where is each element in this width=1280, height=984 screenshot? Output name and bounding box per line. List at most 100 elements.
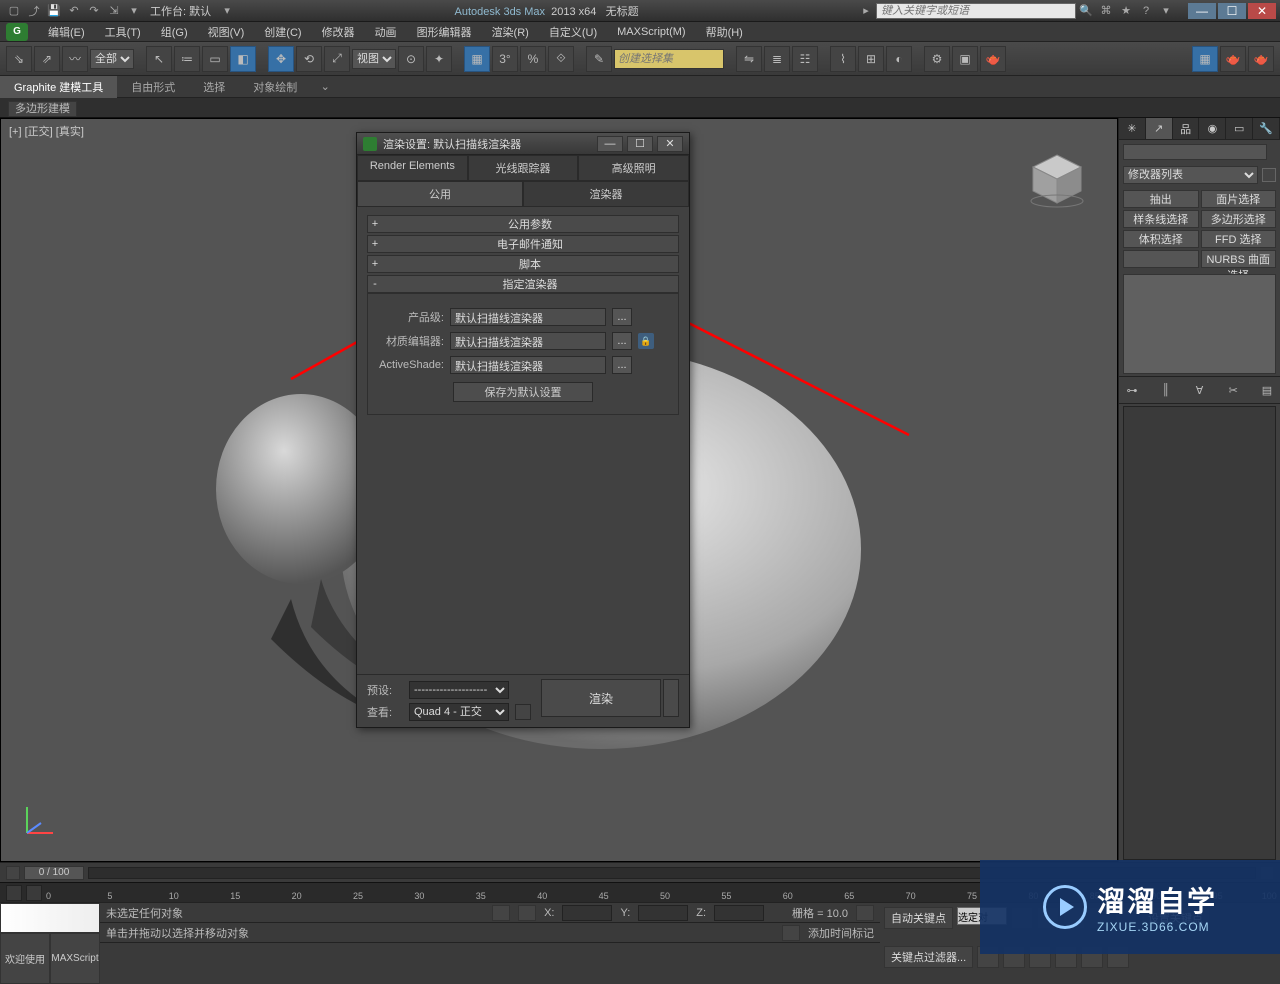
material-lock-icon[interactable]: 🔒 — [638, 333, 654, 349]
render-icon[interactable]: 🫖 — [980, 46, 1006, 72]
tab-utilities-icon[interactable]: 🔧 — [1253, 118, 1280, 139]
rollout-assign-renderer[interactable]: -指定渲染器 — [367, 275, 679, 293]
rollout-common-params[interactable]: +公用参数 — [367, 215, 679, 233]
keyfilter-button[interactable]: 关键点过滤器... — [884, 946, 973, 968]
info-icon[interactable]: ▸ — [857, 3, 875, 19]
select-icon[interactable]: ↖ — [146, 46, 172, 72]
star-icon[interactable]: ★ — [1117, 3, 1135, 19]
tab-motion-icon[interactable]: ◉ — [1199, 118, 1226, 139]
maximize-button[interactable]: ☐ — [1218, 3, 1246, 19]
viewport-label[interactable]: [+] [正交] [真实] — [9, 123, 84, 139]
select-name-icon[interactable]: ≔ — [174, 46, 200, 72]
unlink-tool-icon[interactable]: ⇗ — [34, 46, 60, 72]
teapot-render-icon[interactable]: 🫖 — [1220, 46, 1246, 72]
menu-rendering[interactable]: 渲染(R) — [482, 22, 539, 42]
isolate-icon[interactable] — [782, 925, 800, 941]
render-button[interactable]: 渲染 — [541, 679, 661, 717]
ribbon-panel-polymodel[interactable]: 多边形建模 — [8, 101, 77, 117]
schematic-icon[interactable]: ⊞ — [858, 46, 884, 72]
tab-common[interactable]: 公用 — [357, 181, 523, 207]
modifier-stack-preview[interactable] — [1123, 274, 1276, 374]
save-default-button[interactable]: 保存为默认设置 — [453, 382, 593, 402]
dialog-title-bar[interactable]: 渲染设置: 默认扫描线渲染器 — ☐ ✕ — [357, 133, 689, 155]
tab-display-icon[interactable]: ▭ — [1226, 118, 1253, 139]
trackbar-toggle-icon[interactable] — [6, 885, 22, 901]
menu-create[interactable]: 创建(C) — [254, 22, 311, 42]
align-icon[interactable]: ≣ — [764, 46, 790, 72]
dialog-maximize-button[interactable]: ☐ — [627, 136, 653, 152]
tab-hierarchy-icon[interactable]: 品 — [1173, 118, 1200, 139]
dialog-close-button[interactable]: ✕ — [657, 136, 683, 152]
add-time-tag[interactable]: 添加时间标记 — [808, 925, 874, 941]
coord-display-icon[interactable] — [518, 905, 536, 921]
layer-icon[interactable]: ☷ — [792, 46, 818, 72]
search-input[interactable] — [876, 3, 1076, 19]
mod-patch-select[interactable]: 面片选择 — [1201, 190, 1277, 208]
slider-left-icon[interactable] — [6, 866, 20, 880]
pin-stack-icon[interactable] — [1262, 168, 1276, 182]
edit-named-icon[interactable]: ✎ — [586, 46, 612, 72]
dropdown-icon[interactable]: ▾ — [125, 3, 143, 19]
manip-icon[interactable]: ✦ — [426, 46, 452, 72]
selection-filter-dropdown[interactable]: 全部 — [90, 49, 134, 69]
view-lock-icon[interactable] — [515, 704, 531, 720]
show-end-icon[interactable]: ║ — [1157, 381, 1175, 399]
preset-dropdown[interactable]: -------------------- — [409, 681, 509, 699]
trackbar-key-icon[interactable] — [26, 885, 42, 901]
render-frame-icon[interactable]: ▣ — [952, 46, 978, 72]
close-button[interactable]: ✕ — [1248, 3, 1276, 19]
link-tool-icon[interactable]: ⇘ — [6, 46, 32, 72]
mirror-icon[interactable]: ⇋ — [736, 46, 762, 72]
new-icon[interactable]: ▢ — [5, 3, 23, 19]
minimize-button[interactable]: — — [1188, 3, 1216, 19]
time-slider-handle[interactable]: 0 / 100 — [24, 866, 84, 880]
app-logo-icon[interactable]: G — [6, 23, 28, 41]
window-crossing-icon[interactable]: ◧ — [230, 46, 256, 72]
ribbon-tab-freeform[interactable]: 自由形式 — [117, 76, 189, 98]
mod-empty[interactable] — [1123, 250, 1199, 268]
menu-animation[interactable]: 动画 — [365, 22, 407, 42]
binoculars-icon[interactable]: 🔍 — [1077, 3, 1095, 19]
menu-modifiers[interactable]: 修改器 — [312, 22, 365, 42]
named-selection-input[interactable] — [614, 49, 724, 69]
redo-icon[interactable]: ↷ — [85, 3, 103, 19]
menu-edit[interactable]: 编辑(E) — [38, 22, 95, 42]
open-icon[interactable]: ⤴ — [25, 3, 43, 19]
menu-grapheditors[interactable]: 图形编辑器 — [407, 22, 482, 42]
z-input[interactable] — [714, 905, 764, 921]
dialog-minimize-button[interactable]: — — [597, 136, 623, 152]
material-editor-icon[interactable]: ◐ — [886, 46, 912, 72]
grid-icon[interactable] — [856, 905, 874, 921]
lock-selection-icon[interactable] — [492, 905, 510, 921]
tab-adv-lighting[interactable]: 高级照明 — [578, 155, 689, 181]
region-rect-icon[interactable]: ▭ — [202, 46, 228, 72]
menu-help[interactable]: 帮助(H) — [696, 22, 753, 42]
help-icon[interactable]: ? — [1137, 3, 1155, 19]
render-setup-icon[interactable]: ⚙ — [924, 46, 950, 72]
mod-poly-select[interactable]: 多边形选择 — [1201, 210, 1277, 228]
pin-icon[interactable]: ⊶ — [1123, 381, 1141, 399]
y-input[interactable] — [638, 905, 688, 921]
menu-maxscript[interactable]: MAXScript(M) — [607, 24, 695, 40]
tab-raytracer[interactable]: 光线跟踪器 — [468, 155, 579, 181]
tab-render-elements[interactable]: Render Elements — [357, 155, 468, 181]
rotate-icon[interactable]: ⟲ — [296, 46, 322, 72]
move-icon[interactable]: ✥ — [268, 46, 294, 72]
mod-ffd-select[interactable]: FFD 选择 — [1201, 230, 1277, 248]
percent-snap-icon[interactable]: % — [520, 46, 546, 72]
scale-icon[interactable]: ⤢ — [324, 46, 350, 72]
autokey-button[interactable]: 自动关键点 — [884, 907, 953, 929]
help-key-icon[interactable]: ⌘ — [1097, 3, 1115, 19]
ribbon-collapse-icon[interactable]: ⌄ — [317, 80, 333, 93]
bind-tool-icon[interactable]: 〰 — [62, 46, 88, 72]
modifier-stack-list[interactable] — [1123, 406, 1276, 860]
color-strip[interactable] — [0, 903, 100, 933]
x-input[interactable] — [562, 905, 612, 921]
maxscript-label[interactable]: MAXScript — [50, 933, 100, 984]
mod-spline-select[interactable]: 样条线选择 — [1123, 210, 1199, 228]
curve-editor-icon[interactable]: ⌇ — [830, 46, 856, 72]
production-pick-button[interactable]: ... — [612, 308, 632, 326]
menu-customize[interactable]: 自定义(U) — [539, 22, 607, 42]
mod-vol-select[interactable]: 体积选择 — [1123, 230, 1199, 248]
save-icon[interactable]: 💾 — [45, 3, 63, 19]
